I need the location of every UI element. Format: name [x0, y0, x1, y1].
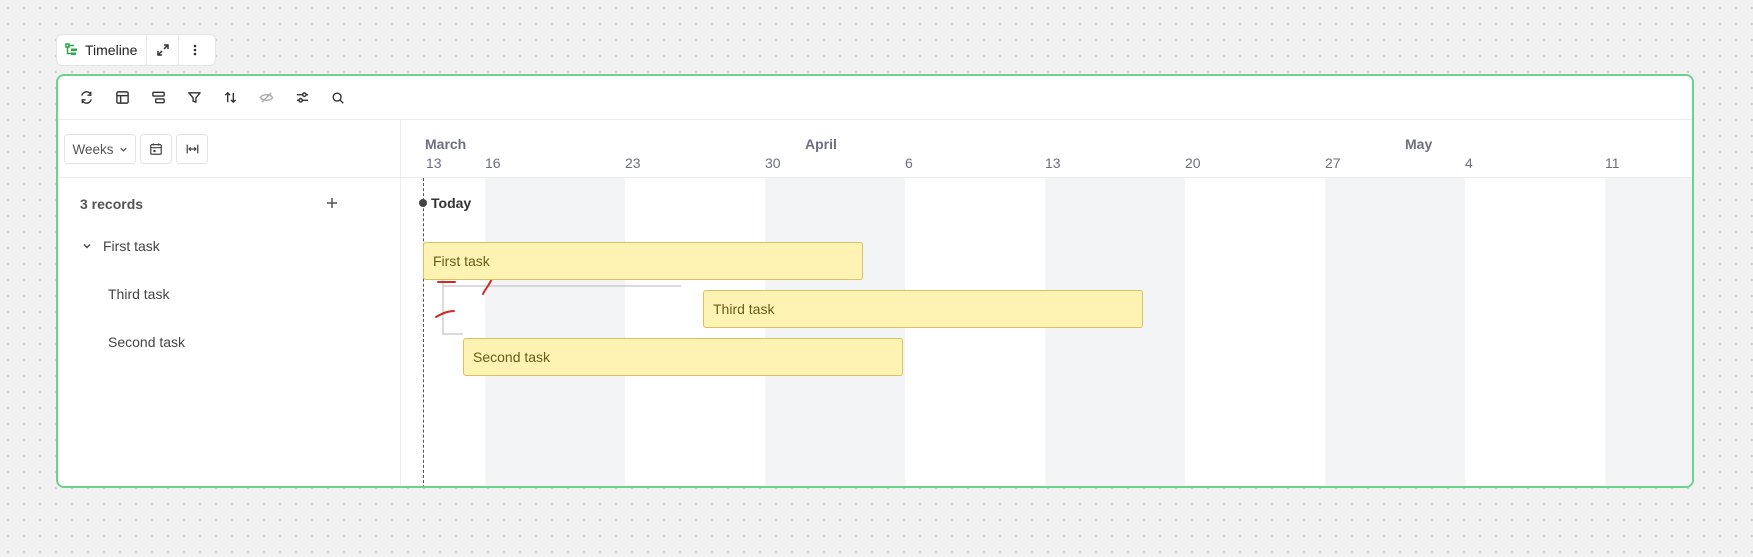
week-band: [1045, 178, 1185, 486]
day-label: 11: [1605, 155, 1620, 171]
dependency-line-second: [442, 286, 463, 335]
task-bar-second[interactable]: Second task: [463, 338, 903, 376]
expand-icon: [157, 44, 169, 56]
record-label: Third task: [108, 286, 170, 302]
refresh-button[interactable]: [68, 83, 104, 113]
toolbar: [58, 76, 1692, 120]
widget-header: Timeline: [56, 34, 216, 66]
chevron-down-icon: [119, 147, 127, 152]
search-button[interactable]: [320, 83, 356, 113]
layout-button[interactable]: [104, 83, 140, 113]
record-label: Second task: [108, 334, 186, 350]
calendar-icon: [150, 143, 162, 155]
settings-sliders-icon: [296, 92, 308, 103]
annotation-stroke: [435, 310, 455, 318]
sort-button[interactable]: [212, 83, 248, 113]
hide-fields-button[interactable]: [248, 83, 284, 113]
record-label: First task: [103, 238, 160, 254]
refresh-icon: [80, 91, 92, 104]
day-label: 6: [905, 155, 913, 171]
task-bar-first[interactable]: First task: [423, 242, 863, 280]
sort-icon: [224, 91, 236, 104]
list-item[interactable]: Second task: [108, 334, 185, 350]
week-band: [765, 178, 905, 486]
widget-title-button[interactable]: Timeline: [57, 35, 148, 65]
day-label: 23: [625, 155, 641, 171]
widget-title: Timeline: [85, 42, 138, 58]
month-label: May: [1405, 136, 1433, 152]
day-label: 16: [485, 155, 501, 171]
timeline-grid: Today First task Third task Second task: [401, 178, 1692, 486]
list-item[interactable]: Third task: [108, 286, 169, 302]
week-band: [1605, 178, 1692, 486]
task-bar-label: Third task: [713, 301, 775, 317]
more-button[interactable]: [179, 35, 210, 65]
settings-button[interactable]: [284, 83, 320, 113]
group-icon: [151, 91, 165, 104]
more-vertical-icon: [193, 44, 197, 56]
add-record-button[interactable]: [320, 191, 344, 215]
filter-button[interactable]: [176, 83, 212, 113]
day-label: 13: [1045, 155, 1061, 171]
task-bar-label: First task: [433, 253, 490, 269]
task-bar-third[interactable]: Third task: [703, 290, 1143, 328]
expand-button[interactable]: [147, 35, 180, 65]
plus-icon: [327, 198, 337, 208]
task-bar-label: Second task: [473, 349, 551, 365]
fit-width-icon: [186, 144, 198, 154]
scale-label: Weeks: [72, 141, 114, 157]
filter-icon: [187, 92, 201, 103]
chevron-down-icon: [83, 244, 91, 249]
hide-fields-icon: [259, 92, 273, 103]
layout-icon: [115, 91, 129, 104]
scale-dropdown[interactable]: Weeks: [64, 134, 136, 164]
controls-bar: Weeks: [58, 120, 401, 178]
group-button[interactable]: [140, 83, 176, 113]
list-item[interactable]: First task: [82, 238, 222, 254]
week-band: [1325, 178, 1465, 486]
day-label: 30: [765, 155, 781, 171]
record-list: 3 records First task Third task Second t…: [58, 178, 401, 486]
timeline-widget: Weeks 3 records First task Third task Se…: [56, 74, 1694, 488]
day-label: 20: [1185, 155, 1201, 171]
search-icon: [332, 91, 344, 104]
month-label: March: [425, 136, 467, 152]
record-count: 3 records: [80, 196, 144, 212]
fit-width-button[interactable]: [176, 134, 208, 164]
today-button[interactable]: [140, 134, 172, 164]
timeline-header: March April May 13 16 23 30 6 13 20 27 4…: [401, 120, 1692, 178]
day-label: 4: [1465, 155, 1473, 171]
day-label: 13: [426, 155, 442, 171]
day-label: 27: [1325, 155, 1341, 171]
month-label: April: [805, 136, 837, 152]
timeline-icon: [65, 43, 77, 55]
